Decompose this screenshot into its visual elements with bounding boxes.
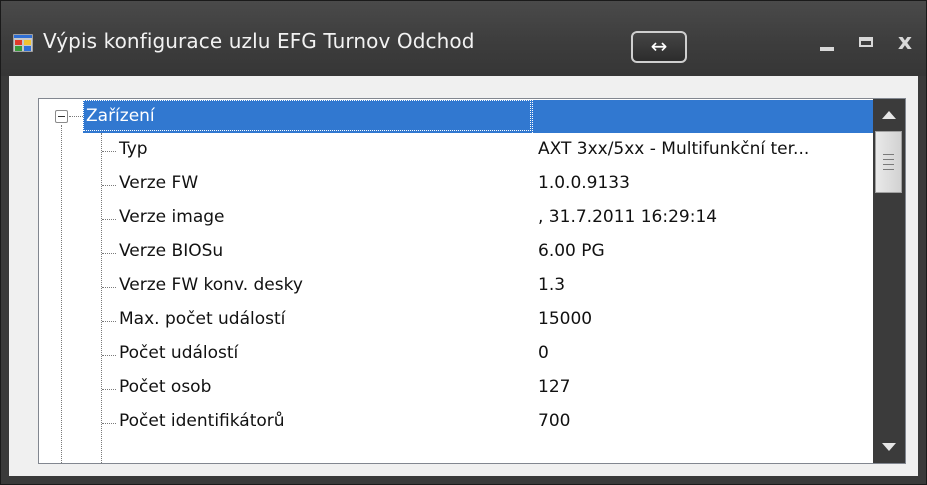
app-window-icon [13, 34, 33, 52]
tree-row[interactable]: Počet identifikátorů 700 [39, 406, 873, 440]
property-value: 700 [538, 411, 571, 431]
tree-row[interactable]: Verze FW konv. desky 1.3 [39, 270, 873, 304]
property-name: Počet identifikátorů [119, 411, 285, 431]
maximize-icon [859, 37, 873, 47]
property-name: Verze image [119, 207, 225, 227]
tree-line [102, 287, 116, 288]
property-name: Verze FW konv. desky [119, 275, 303, 295]
scroll-thumb[interactable] [875, 131, 902, 193]
scroll-down-button[interactable] [873, 431, 905, 463]
column-separator [532, 100, 534, 133]
property-value: 15000 [538, 309, 593, 329]
resize-toggle-button[interactable]: ↔ [631, 31, 687, 63]
configuration-tree[interactable]: Zařízení Typ AXT 3xx/5xx - Multifunkční … [38, 98, 906, 464]
property-value: 1.0.0.9133 [538, 173, 630, 193]
property-value: 0 [538, 343, 549, 363]
property-value: 1.3 [538, 275, 566, 295]
property-name: Počet událostí [119, 343, 239, 363]
vertical-scrollbar[interactable] [873, 99, 905, 463]
tree-row[interactable]: Verze image , 31.7.2011 16:29:14 [39, 202, 873, 236]
property-name: Max. počet událostí [119, 309, 286, 329]
tree-row[interactable]: Verze FW 1.0.0.9133 [39, 168, 873, 202]
tree-row[interactable]: Typ AXT 3xx/5xx - Multifunkční ter... [39, 134, 873, 168]
arrow-up-icon [882, 111, 896, 119]
arrow-down-icon [882, 443, 896, 451]
property-name: Počet osob [119, 377, 212, 397]
maximize-button[interactable] [849, 25, 885, 61]
tree-line [102, 389, 116, 390]
property-value: 6.00 PG [538, 241, 605, 261]
grip-line [883, 164, 894, 165]
grip-line [883, 169, 894, 170]
tree-line [102, 423, 116, 424]
property-name: Verze FW [119, 173, 199, 193]
property-name: Typ [119, 139, 148, 159]
close-button[interactable]: x [887, 25, 923, 61]
grip-line [883, 154, 894, 155]
tree-line [102, 185, 116, 186]
property-value: 127 [538, 377, 571, 397]
dialog-window: Výpis konfigurace uzlu EFG Turnov Odchod… [0, 0, 927, 485]
grip-line [883, 159, 894, 160]
tree-row[interactable]: Verze BIOSu 6.00 PG [39, 236, 873, 270]
property-value: , 31.7.2011 16:29:14 [538, 207, 718, 227]
client-area: Zařízení Typ AXT 3xx/5xx - Multifunkční … [9, 76, 918, 476]
tree-line [102, 355, 116, 356]
scroll-up-button[interactable] [873, 99, 905, 131]
collapse-icon[interactable] [55, 110, 68, 123]
tree-row[interactable]: Počet osob 127 [39, 372, 873, 406]
resize-arrows-icon: ↔ [650, 34, 668, 58]
title-bar[interactable]: Výpis konfigurace uzlu EFG Turnov Odchod… [1, 1, 926, 76]
minimize-button[interactable] [809, 25, 845, 61]
tree-line [102, 151, 116, 152]
tree-line [102, 253, 116, 254]
property-value: AXT 3xx/5xx - Multifunkční ter... [538, 139, 810, 159]
tree-row[interactable]: Počet událostí 0 [39, 338, 873, 372]
tree-row-selected[interactable] [83, 100, 873, 133]
minimize-icon [820, 47, 834, 51]
tree-line [102, 321, 116, 322]
tree-row[interactable]: Max. počet událostí 15000 [39, 304, 873, 338]
close-icon: x [897, 30, 913, 55]
tree-line [69, 116, 83, 117]
tree-line [102, 219, 116, 220]
window-title: Výpis konfigurace uzlu EFG Turnov Odchod [43, 29, 475, 53]
tree-root-label: Zařízení [86, 106, 155, 126]
property-name: Verze BIOSu [119, 241, 224, 261]
